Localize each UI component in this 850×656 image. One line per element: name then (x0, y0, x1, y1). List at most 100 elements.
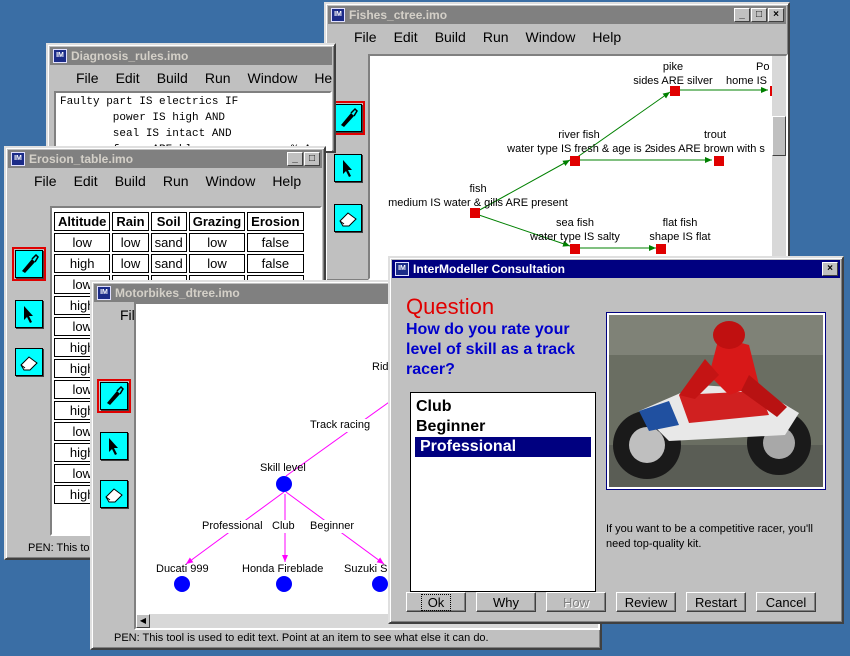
illustration-frame (606, 312, 826, 490)
consultation-titlebar[interactable]: IM InterModeller Consultation × (392, 260, 840, 278)
minimize-button[interactable]: _ (287, 152, 303, 166)
pen-tool[interactable] (97, 379, 131, 413)
header-rain[interactable]: Rain (112, 212, 149, 231)
menu-run[interactable]: Run (163, 173, 189, 189)
table-cell[interactable]: low (112, 254, 149, 273)
menu-help[interactable]: He (314, 70, 332, 86)
menu-edit[interactable]: Edit (74, 173, 98, 189)
table-row: low low sand low false (54, 233, 304, 252)
table-cell[interactable]: false (247, 233, 304, 252)
why-button[interactable]: Why (476, 592, 536, 612)
rules-editor[interactable]: Faulty part IS electrics IF power IS hig… (54, 91, 332, 151)
table-cell[interactable]: sand (150, 254, 187, 273)
header-grazing[interactable]: Grazing (188, 212, 246, 231)
menu-run[interactable]: Run (205, 70, 231, 86)
fishes-titlebar[interactable]: IM Fishes_ctree.imo _ □ × (328, 6, 786, 24)
menu-window[interactable]: Window (206, 173, 256, 189)
skill-level-node[interactable] (276, 476, 292, 492)
close-button[interactable]: × (822, 262, 838, 276)
status-bar: PEN: This tool (28, 542, 99, 554)
review-button[interactable]: Review (616, 592, 676, 612)
question-heading: Question (406, 294, 495, 319)
trout-node[interactable] (714, 156, 724, 166)
menu-run[interactable]: Run (483, 29, 509, 45)
app-icon: IM (331, 8, 345, 22)
table-cell[interactable]: false (247, 254, 304, 273)
pointer-icon (343, 160, 352, 177)
diagnosis-menubar: File Edit Build Run Window He (50, 67, 332, 89)
consultation-dialog[interactable]: IM InterModeller Consultation × Question… (388, 256, 844, 624)
pen-icon (341, 107, 358, 127)
answer-option-club[interactable]: Club (411, 397, 595, 417)
header-soil[interactable]: Soil (150, 212, 187, 231)
pointer-tool[interactable] (334, 154, 362, 182)
restart-button[interactable]: Restart (686, 592, 746, 612)
window-title: Diagnosis_rules.imo (71, 49, 189, 63)
header-erosion[interactable]: Erosion (247, 212, 304, 231)
menu-build[interactable]: Build (157, 70, 188, 86)
suzuki-node[interactable] (372, 576, 388, 592)
close-button[interactable]: × (768, 8, 784, 22)
professional-edge-label: Professional (202, 520, 263, 533)
how-button[interactable]: How (546, 592, 606, 612)
maximize-button[interactable]: □ (751, 8, 767, 22)
trout-label: trout sides ARE brown with s (650, 129, 765, 155)
table-cell[interactable]: low (188, 254, 246, 273)
pen-tool[interactable] (331, 101, 365, 135)
menu-window[interactable]: Window (526, 29, 576, 45)
scroll-left-button[interactable]: ◀ (136, 614, 150, 628)
eraser-icon (339, 212, 357, 227)
menu-build[interactable]: Build (115, 173, 146, 189)
menu-help[interactable]: Help (272, 173, 301, 189)
fish-node[interactable] (470, 208, 480, 218)
sea-fish-node[interactable] (570, 244, 580, 254)
app-icon: IM (97, 286, 111, 300)
pike-node[interactable] (670, 86, 680, 96)
flat-fish-label: flat fish shape IS flat (649, 217, 711, 243)
pointer-tool[interactable] (100, 432, 128, 460)
honda-node[interactable] (276, 576, 292, 592)
menu-help[interactable]: Help (592, 29, 621, 45)
table-cell[interactable]: low (188, 233, 246, 252)
table-cell[interactable]: sand (150, 233, 187, 252)
diagnosis-window[interactable]: IM Diagnosis_rules.imo File Edit Build R… (46, 43, 336, 153)
pen-tool[interactable] (12, 247, 46, 281)
honda-label: Honda Fireblade (242, 563, 324, 575)
river-fish-node[interactable] (570, 156, 580, 166)
ducati-node[interactable] (174, 576, 190, 592)
eraser-icon (105, 488, 123, 503)
menu-file[interactable]: File (354, 29, 377, 45)
question-text: How do you rate your level of skill as a… (406, 321, 575, 378)
menu-file[interactable]: File (34, 173, 57, 189)
minimize-button[interactable]: _ (734, 8, 750, 22)
scroll-thumb[interactable] (772, 116, 786, 156)
answer-option-beginner[interactable]: Beginner (411, 417, 595, 437)
eraser-tool[interactable] (100, 480, 128, 508)
menu-edit[interactable]: Edit (116, 70, 140, 86)
flat-fish-node[interactable] (656, 244, 666, 254)
maximize-button[interactable]: □ (304, 152, 320, 166)
menu-file[interactable]: File (76, 70, 99, 86)
eraser-tool[interactable] (334, 204, 362, 232)
answer-option-professional[interactable]: Professional (415, 437, 591, 457)
menu-build[interactable]: Build (435, 29, 466, 45)
header-altitude[interactable]: Altitude (54, 212, 111, 231)
menu-edit[interactable]: Edit (394, 29, 418, 45)
fishes-window[interactable]: IM Fishes_ctree.imo _ □ × File Edit Buil… (324, 2, 790, 282)
table-cell[interactable]: low (112, 233, 149, 252)
diagnosis-titlebar[interactable]: IM Diagnosis_rules.imo (50, 47, 332, 65)
menu-window[interactable]: Window (248, 70, 298, 86)
club-edge-label: Club (272, 520, 295, 533)
table-cell[interactable]: high (54, 254, 111, 273)
ok-button[interactable]: Ok (406, 592, 466, 612)
pen-icon (22, 253, 39, 273)
table-cell[interactable]: low (54, 233, 111, 252)
answer-listbox[interactable]: Club Beginner Professional (410, 392, 596, 592)
fishes-tree-canvas[interactable]: fish medium IS water & gills ARE present … (368, 54, 788, 280)
cancel-button[interactable]: Cancel (756, 592, 816, 612)
eraser-tool[interactable] (15, 348, 43, 376)
erosion-titlebar[interactable]: IM Erosion_table.imo _ □ (8, 150, 322, 168)
pointer-icon (109, 438, 118, 455)
pointer-tool[interactable] (15, 300, 43, 328)
vertical-scrollbar[interactable] (772, 56, 786, 278)
